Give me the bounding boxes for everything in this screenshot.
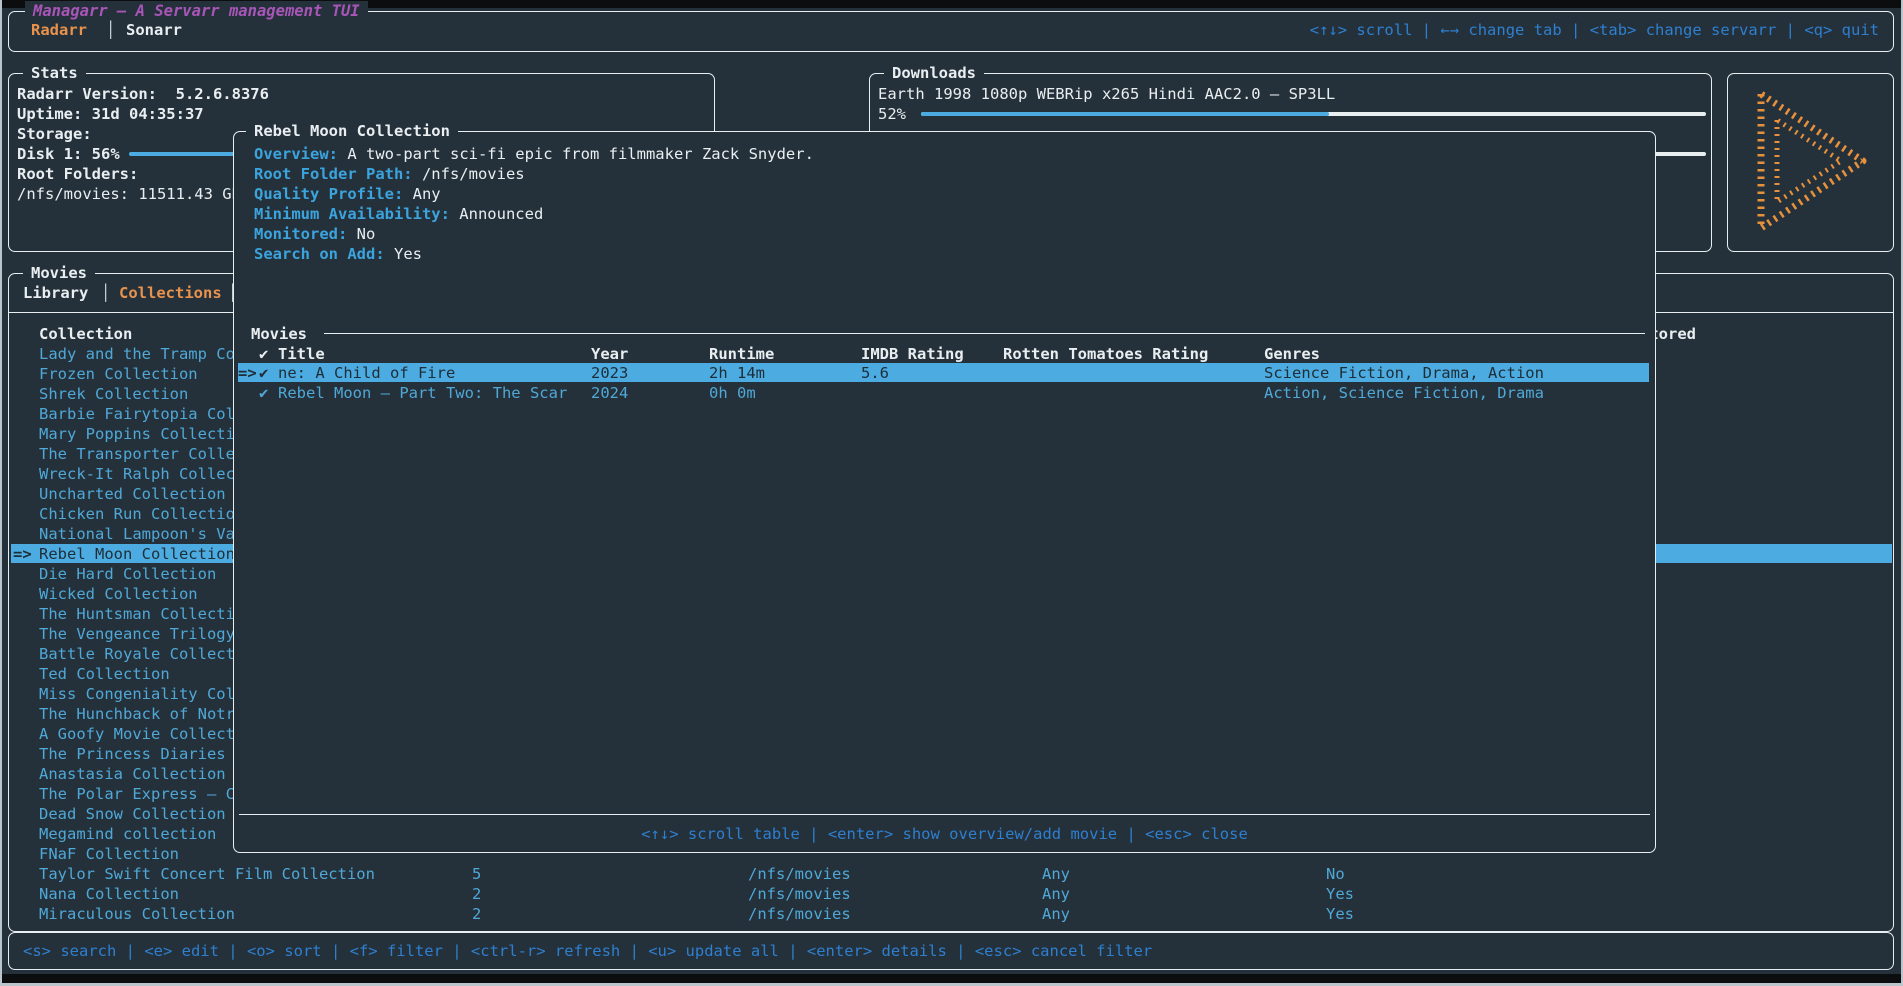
collection-name: Battle Royale Collect [39,644,235,664]
collection-name: The Hunchback of Notr [39,704,235,724]
modal-footer-keybinds: <↑↓> scroll table | <enter> show overvie… [234,824,1655,844]
app-title: Managarr – A Servarr management TUI [25,1,368,21]
movie-title: ne: A Child of Fire [278,363,455,383]
collection-details-modal: Rebel Moon Collection Overview: A two-pa… [233,131,1656,853]
collection-name: Dead Snow Collection [39,804,226,824]
collection-name: FNaF Collection [39,844,179,864]
collection-flag: Yes [1326,884,1354,904]
movie-year: 2024 [591,383,628,403]
collection-name: Ted Collection [39,664,170,684]
collection-quality-profile: Any [1042,904,1070,924]
collection-name: The Princess Diaries [39,744,226,764]
collection-movie-count: 2 [472,884,481,904]
radarr-version: Radarr Version: 5.2.6.8376 [17,84,269,104]
movie-monitored-check: ✔ [259,363,268,383]
collection-name: The Vengeance Trilogy [39,624,235,644]
collection-root-folder: /nfs/movies [748,884,851,904]
collection-row[interactable]: Taylor Swift Concert Film Collection 5/nf… [9,864,1893,884]
movie-title: Rebel Moon – Part Two: The Scar [278,383,567,403]
collection-name: A Goofy Movie Collect [39,724,235,744]
collection-name: Taylor Swift Concert Film Collection [39,864,375,884]
managarr-tui-screen: Managarr – A Servarr management TUI Rada… [0,0,1903,986]
download-gauge-track [921,112,1706,116]
collection-flag: No [1326,864,1345,884]
collection-name: Miraculous Collection [39,904,235,924]
movie-year: 2023 [591,363,628,383]
collection-name: Frozen Collection [39,364,198,384]
download-percent: 52% [878,104,906,124]
movie-genres: Action, Science Fiction, Drama [1264,383,1544,403]
uptime: Uptime: 31d 04:35:37 [17,104,204,124]
collection-movie-count: 5 [472,864,481,884]
movie-imdb-rating: 5.6 [861,363,889,383]
root-folders-label: Root Folders: [17,164,138,184]
modal-movie-row[interactable]: ✔ Rebel Moon – Part Two: The Scar 2024 0h 0… [234,383,1655,403]
bottom-keybinds: <s> search | <e> edit | <o> sort | <f> f… [23,941,1152,961]
collection-root-folder: /nfs/movies [748,864,851,884]
collection-row[interactable]: Nana Collection 2/nfs/movies Any Yes [9,884,1893,904]
collection-name: Nana Collection [39,884,179,904]
movie-genres: Science Fiction, Drama, Action [1264,363,1544,383]
managarr-play-logo [1746,86,1876,236]
stats-panel-title: Stats [23,63,86,83]
collection-quality-profile: Any [1042,864,1070,884]
disk-gauge-label: Disk 1: 56% [17,144,120,164]
downloads-panel-title: Downloads [884,63,984,83]
collection-name: Wreck-It Ralph Collec [39,464,235,484]
storage-label: Storage: [17,124,92,144]
collection-flag: Yes [1326,904,1354,924]
collection-name: Shrek Collection [39,384,188,404]
collection-name: Uncharted Collection [39,484,226,504]
collection-root-folder: /nfs/movies [748,904,851,924]
collection-name: Megamind collection [39,824,216,844]
movie-runtime: 0h 0m [709,383,756,403]
collection-name: The Transporter Colle [39,444,235,464]
collection-quality-profile: Any [1042,884,1070,904]
collection-name: The Polar Express – C [39,784,235,804]
logo-panel [1727,73,1894,252]
tab-radarr[interactable]: Radarr [31,20,87,40]
root-folder-value: /nfs/movies: 11511.43 GB [17,184,241,204]
top-bar: Managarr – A Servarr management TUI Rada… [8,11,1894,52]
bottom-bar: <s> search | <e> edit | <o> sort | <f> f… [8,932,1894,970]
collection-name: National Lampoon's Va [39,524,235,544]
movie-runtime: 2h 14m [709,363,765,383]
modal-movie-row[interactable]: =>✔ ne: A Child of Fire 2023 2h 14m 5.6 Scien… [234,363,1655,383]
collection-row[interactable]: Miraculous Collection 2/nfs/movies Any Yes [9,904,1893,924]
collection-name: Wicked Collection [39,584,198,604]
collection-name: Chicken Run Collectio [39,504,235,524]
collection-name: Barbie Fairytopia Col [39,404,235,424]
collection-name: Rebel Moon Collection [39,544,235,564]
download-item-title: Earth 1998 1080p WEBRip x265 Hindi AAC2.… [878,84,1335,104]
collection-name: The Huntsman Collecti [39,604,235,624]
tab-separator: │ [106,20,115,40]
selected-movie-marker: => [238,363,257,383]
collection-name: Miss Congeniality Col [39,684,235,704]
selected-row-marker: => [13,544,32,564]
movie-monitored-check: ✔ [259,383,268,403]
collection-name: Die Hard Collection [39,564,216,584]
collection-name: Mary Poppins Collecti [39,424,235,444]
tab-sonarr[interactable]: Sonarr [126,20,182,40]
collection-movie-count: 2 [472,904,481,924]
collection-name: Lady and the Tramp Co [39,344,235,364]
download-gauge-fill [921,112,1329,116]
collection-name: Anastasia Collection [39,764,226,784]
modal-movies-table: =>✔ ne: A Child of Fire 2023 2h 14m 5.6 Scien… [234,132,1655,852]
modal-footer-rule [239,814,1650,815]
top-keybinds: <↑↓> scroll | ←→ change tab | <tab> chan… [1310,20,1879,40]
